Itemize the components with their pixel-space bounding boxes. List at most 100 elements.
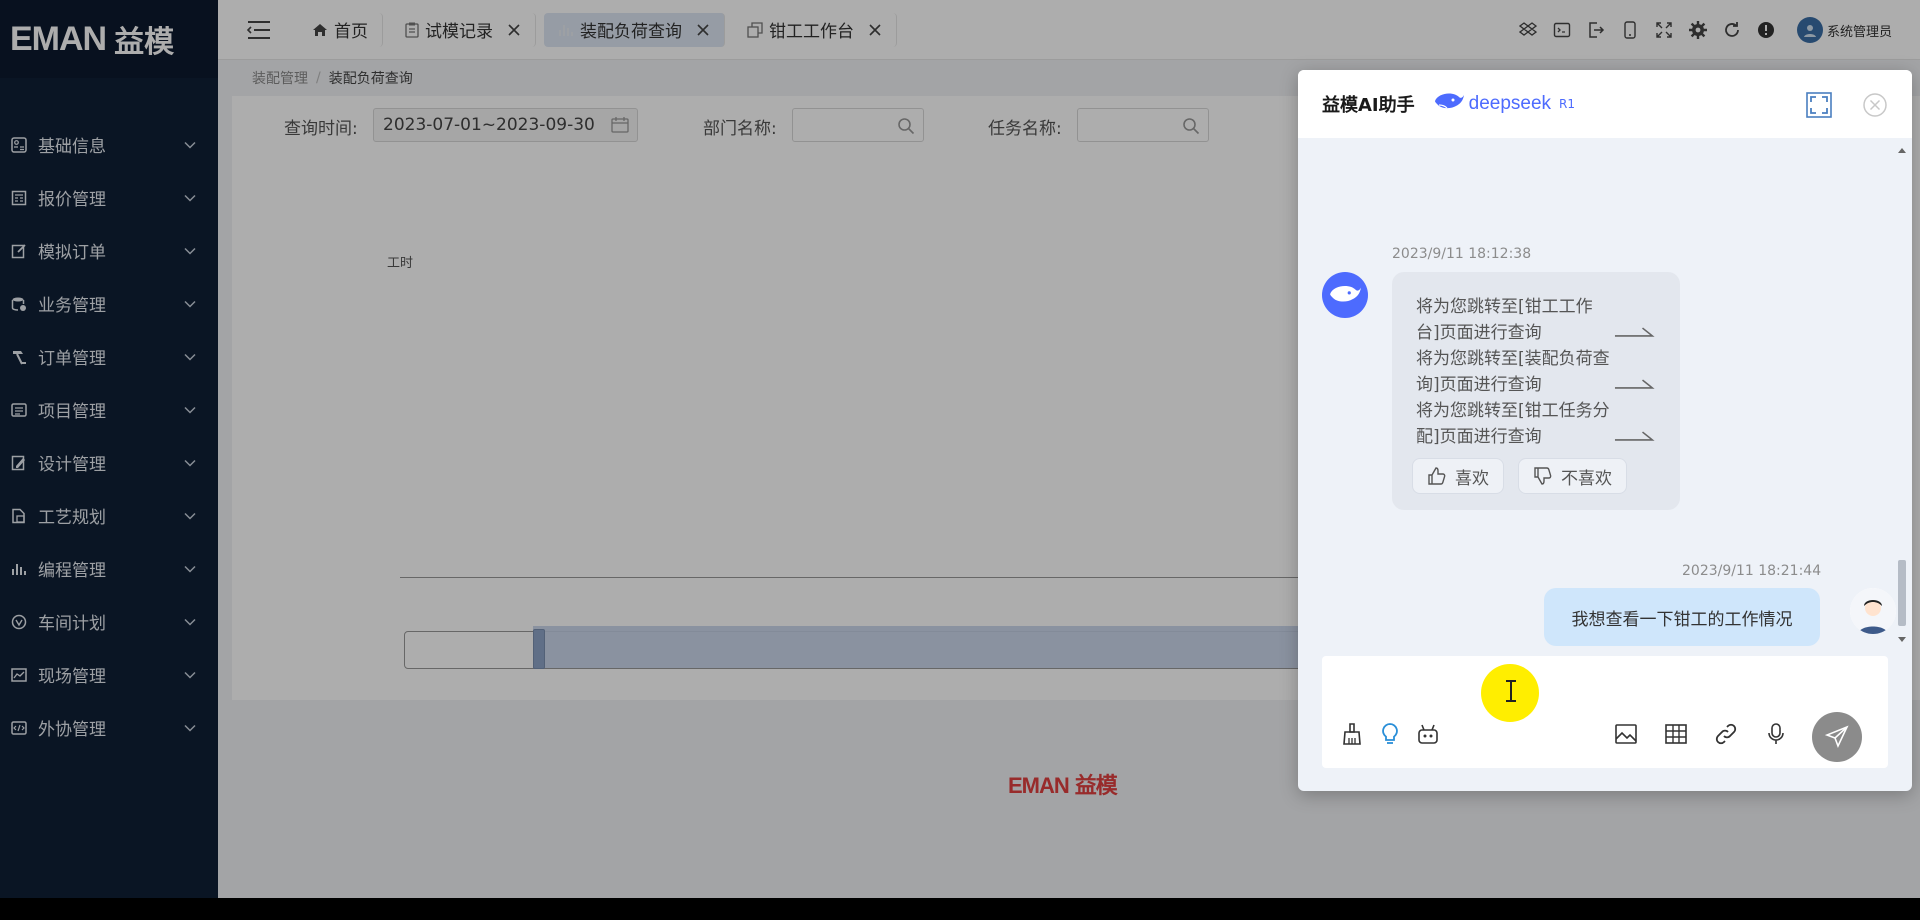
ai-assistant-panel: 益模AI助手 deepseek R1 2023/9/11 18:12:38 将为… (1298, 70, 1912, 791)
image-icon (10, 666, 28, 684)
send-icon (1825, 725, 1849, 749)
fullscreen-icon[interactable] (1654, 20, 1674, 40)
user-message-text: 我想查看一下钳工的工作情况 (1571, 609, 1793, 630)
image-icon[interactable] (1612, 720, 1640, 748)
refresh-icon[interactable] (1722, 20, 1742, 40)
sidebar-item-label: 编程管理 (38, 561, 106, 581)
hammer-icon (10, 348, 28, 366)
menu-toggle-icon[interactable] (238, 9, 280, 51)
jump-text: 将为您跳转至[钳工任务分配]页面进行查询 (1416, 401, 1610, 447)
info-icon[interactable] (1756, 20, 1776, 40)
jump-link[interactable]: 将为您跳转至[钳工工作台]页面进行查询 (1416, 294, 1656, 346)
sidebar-item[interactable]: 外协管理 (0, 701, 218, 754)
arrow-right-icon (1614, 327, 1655, 337)
tab-label: 试模记录 (425, 22, 493, 42)
jump-link[interactable]: 将为您跳转至[装配负荷查询]页面进行查询 (1416, 346, 1656, 398)
jump-text: 将为您跳转至[装配负荷查询]页面进行查询 (1416, 349, 1610, 395)
table-icon[interactable] (1662, 720, 1690, 748)
chevron-down-icon (184, 512, 196, 520)
screen-bottom-strip (0, 898, 1920, 920)
top-toolbar: 系统管理员 (1511, 0, 1892, 60)
list-icon (10, 401, 28, 419)
footer-logo: EMAN 益模 (1008, 768, 1118, 800)
close-icon[interactable] (1862, 92, 1888, 118)
tab[interactable]: 试模记录 (391, 12, 536, 47)
dislike-button[interactable]: 不喜欢 (1518, 458, 1627, 494)
task-label: 任务名称: (988, 119, 1062, 139)
sidebar-item[interactable]: 基础信息 (0, 118, 218, 171)
avatar (1796, 17, 1823, 43)
chevron-down-icon (184, 459, 196, 467)
tab[interactable]: 首页 (298, 12, 383, 47)
top-bar: 首页 试模记录 装配负荷查询 钳工工作台 系统管理员 (218, 0, 1920, 60)
scroll-down-icon[interactable] (1897, 636, 1907, 644)
broom-icon[interactable] (1338, 720, 1366, 748)
sidebar-item[interactable]: 编程管理 (0, 542, 218, 595)
chat-scrollbar[interactable] (1896, 146, 1908, 644)
text-cursor-icon (1506, 680, 1516, 702)
home-icon (312, 22, 328, 38)
calendar-icon[interactable] (611, 117, 629, 133)
zoom-handle[interactable] (533, 629, 545, 669)
chevron-down-icon (184, 300, 196, 308)
app-logo[interactable]: EMAN 益模 (0, 0, 218, 78)
bot-message-bubble: 将为您跳转至[钳工工作台]页面进行查询 将为您跳转至[装配负荷查询]页面进行查询… (1392, 272, 1680, 510)
breadcrumb-separator: / (316, 70, 321, 86)
sidebar-item[interactable]: 报价管理 (0, 171, 218, 224)
date-range-value: 2023-07-01~2023-09-30 (383, 115, 595, 135)
lightbulb-icon[interactable] (1376, 720, 1404, 748)
dept-label: 部门名称: (703, 119, 777, 139)
mobile-icon[interactable] (1620, 20, 1640, 40)
sidebar-item[interactable]: 项目管理 (0, 383, 218, 436)
sidebar-item[interactable]: 设计管理 (0, 436, 218, 489)
sidebar-item-label: 项目管理 (38, 402, 106, 422)
search-icon[interactable] (897, 117, 915, 135)
sidebar-item[interactable]: 业务管理 (0, 277, 218, 330)
sidebar-item[interactable]: 工艺规划 (0, 489, 218, 542)
tab-label: 钳工工作台 (769, 22, 854, 42)
sidebar-item[interactable]: 订单管理 (0, 330, 218, 383)
link-icon[interactable] (1712, 720, 1740, 748)
logout-icon[interactable] (1586, 20, 1606, 40)
breadcrumb-parent[interactable]: 装配管理 (252, 68, 308, 88)
send-button[interactable] (1812, 712, 1862, 762)
scroll-up-icon[interactable] (1897, 146, 1907, 154)
tab[interactable]: 装配负荷查询 (544, 12, 725, 47)
date-range-input[interactable]: 2023-07-01~2023-09-30 (373, 108, 638, 142)
close-icon[interactable] (868, 23, 882, 37)
arrow-right-icon (1614, 431, 1655, 441)
gear-icon[interactable] (1688, 20, 1708, 40)
thumbs-down-icon (1533, 466, 1553, 486)
chart-y-axis-label: 工时 (387, 256, 414, 271)
dislike-label: 不喜欢 (1561, 468, 1612, 489)
footer-logo-cn: 益模 (1074, 773, 1118, 798)
search-icon[interactable] (1182, 117, 1200, 135)
close-icon[interactable] (696, 23, 710, 37)
deepseek-whale-icon (1433, 91, 1465, 117)
like-button[interactable]: 喜欢 (1412, 458, 1504, 494)
close-icon[interactable] (507, 23, 521, 37)
sidebar-item-label: 现场管理 (38, 667, 106, 687)
task-input[interactable] (1077, 108, 1209, 142)
tab[interactable]: 钳工工作台 (733, 12, 897, 47)
dropbox-icon[interactable] (1518, 20, 1538, 40)
terminal-icon[interactable] (1552, 20, 1572, 40)
document-icon (10, 507, 28, 525)
jump-link[interactable]: 将为您跳转至[钳工任务分配]页面进行查询 (1416, 398, 1656, 450)
chat-input-field[interactable] (1332, 662, 1872, 712)
sidebar-item-label: 业务管理 (38, 296, 106, 316)
microphone-icon[interactable] (1762, 720, 1790, 748)
expand-icon[interactable] (1806, 92, 1832, 118)
sidebar-item[interactable]: 模拟订单 (0, 224, 218, 277)
user-menu[interactable]: 系统管理员 (1796, 17, 1892, 43)
sidebar-item[interactable]: 现场管理 (0, 648, 218, 701)
bar-chart-icon (558, 22, 574, 38)
sidebar-item[interactable]: 车间计划 (0, 595, 218, 648)
user-avatar (1850, 588, 1896, 634)
chevron-down-icon (184, 353, 196, 361)
robot-icon[interactable] (1414, 720, 1442, 748)
dept-input[interactable] (792, 108, 924, 142)
scrollbar-thumb[interactable] (1898, 560, 1906, 626)
sidebar-item-label: 设计管理 (38, 455, 106, 475)
chat-messages: 2023/9/11 18:12:38 将为您跳转至[钳工工作台]页面进行查询 将… (1298, 138, 1912, 652)
